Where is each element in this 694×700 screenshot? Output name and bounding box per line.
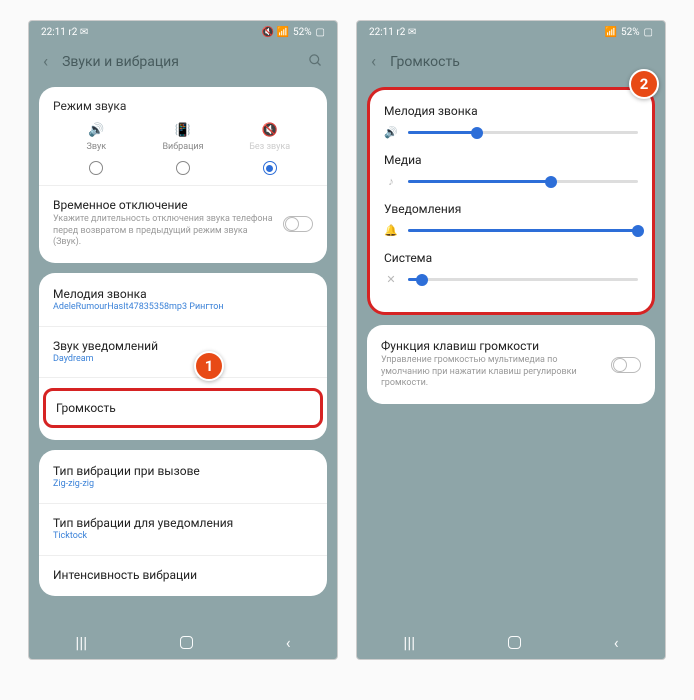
volume-slider-2: Уведомления 🔔 <box>384 202 638 237</box>
volume-sliders-card: Мелодия звонка 🔊 Медиа ♪ Уведомления 🔔 Система… <box>367 87 655 315</box>
vibrate-icon: 📳 <box>175 123 191 139</box>
nav-bar: ||| ‹ <box>357 625 665 659</box>
nav-recent-icon[interactable]: ||| <box>403 633 415 652</box>
nav-home-icon[interactable] <box>180 636 193 649</box>
slider-icon: ✕ <box>384 273 398 286</box>
mode-mute[interactable]: 🔇 Без звука <box>226 123 313 175</box>
slider-icon: ♪ <box>384 175 398 188</box>
slider-icon: 🔊 <box>384 126 398 139</box>
vibration-card: Тип вибрации при вызове Zig-zig-zig Тип … <box>39 450 327 595</box>
volume-slider-3: Система ✕ <box>384 251 638 286</box>
volume-key-toggle[interactable] <box>611 357 641 373</box>
sound-mode-card: Режим звука 🔊 Звук 📳 Вибрация 🔇 Без звук… <box>39 87 327 263</box>
volume-slider-0: Мелодия звонка 🔊 <box>384 104 638 139</box>
notification-sound-row[interactable]: Звук уведомлений Daydream <box>53 337 313 368</box>
sound-mode-title: Режим звука <box>53 99 313 113</box>
volume-row[interactable]: Громкость <box>56 399 310 417</box>
slider-label: Медиа <box>384 153 638 167</box>
volume-key-row[interactable]: Функция клавиш громкости Управление гром… <box>381 337 641 392</box>
vibration-call-row[interactable]: Тип вибрации при вызове Zig-zig-zig <box>53 462 313 493</box>
phone-screenshot-2: 22:11 r2 ✉ 📶 52% ▢ ‹ Громкость Мелодия з… <box>356 20 666 660</box>
temp-off-toggle[interactable] <box>283 216 313 232</box>
vibration-intensity-row[interactable]: Интенсивность вибрации <box>53 566 313 584</box>
radio-vibration[interactable] <box>176 161 190 175</box>
volume-slider-1: Медиа ♪ <box>384 153 638 188</box>
status-time: 22:11 <box>41 27 66 38</box>
nav-bar: ||| ‹ <box>29 625 337 659</box>
volume-key-card: Функция клавиш громкости Управление гром… <box>367 325 655 404</box>
content: Режим звука 🔊 Звук 📳 Вибрация 🔇 Без звук… <box>29 81 337 625</box>
marker-2: 2 <box>629 69 659 99</box>
vibration-notif-row[interactable]: Тип вибрации для уведомления Ticktock <box>53 514 313 545</box>
status-right: 🔇 📶 52% ▢ <box>262 27 325 38</box>
back-icon[interactable]: ‹ <box>371 52 376 72</box>
status-net: r2 <box>68 27 77 38</box>
slider-label: Мелодия звонка <box>384 104 638 118</box>
search-icon[interactable] <box>308 53 323 72</box>
slider-track[interactable] <box>408 131 638 134</box>
radio-sound[interactable] <box>89 161 103 175</box>
nav-recent-icon[interactable]: ||| <box>75 633 87 652</box>
slider-icon: 🔔 <box>384 224 398 237</box>
speaker-icon: 🔊 <box>88 123 104 139</box>
phone-screenshot-1: 22:11 r2 ✉ 🔇 📶 52% ▢ ‹ Звуки и вибрация … <box>28 20 338 660</box>
temp-off-row[interactable]: Временное отключение Укажите длительност… <box>53 196 313 251</box>
status-bar: 22:11 r2 ✉ 🔇 📶 52% ▢ <box>29 21 337 43</box>
slider-track[interactable] <box>408 278 638 281</box>
mute-icon: 🔇 <box>262 123 278 139</box>
page-title: Громкость <box>390 54 651 70</box>
sounds-card: Мелодия звонка AdeleRumourHasIt47835358m… <box>39 273 327 440</box>
slider-track[interactable] <box>408 180 638 183</box>
title-bar: ‹ Звуки и вибрация <box>29 43 337 81</box>
title-bar: ‹ Громкость <box>357 43 665 81</box>
slider-track[interactable] <box>408 229 638 232</box>
radio-mute[interactable] <box>263 161 277 175</box>
back-icon[interactable]: ‹ <box>43 52 48 72</box>
page-title: Звуки и вибрация <box>62 54 294 70</box>
nav-back-icon[interactable]: ‹ <box>286 633 291 652</box>
mode-sound[interactable]: 🔊 Звук <box>53 123 140 175</box>
nav-back-icon[interactable]: ‹ <box>614 633 619 652</box>
mode-vibration[interactable]: 📳 Вибрация <box>140 123 227 175</box>
status-bar: 22:11 r2 ✉ 📶 52% ▢ <box>357 21 665 43</box>
nav-home-icon[interactable] <box>508 636 521 649</box>
marker-1: 1 <box>194 351 224 381</box>
slider-label: Уведомления <box>384 202 638 216</box>
slider-label: Система <box>384 251 638 265</box>
content: Мелодия звонка 🔊 Медиа ♪ Уведомления 🔔 Система… <box>357 81 665 625</box>
volume-row-highlight: Громкость <box>43 388 323 428</box>
ringtone-row[interactable]: Мелодия звонка AdeleRumourHasIt47835358m… <box>53 285 313 316</box>
